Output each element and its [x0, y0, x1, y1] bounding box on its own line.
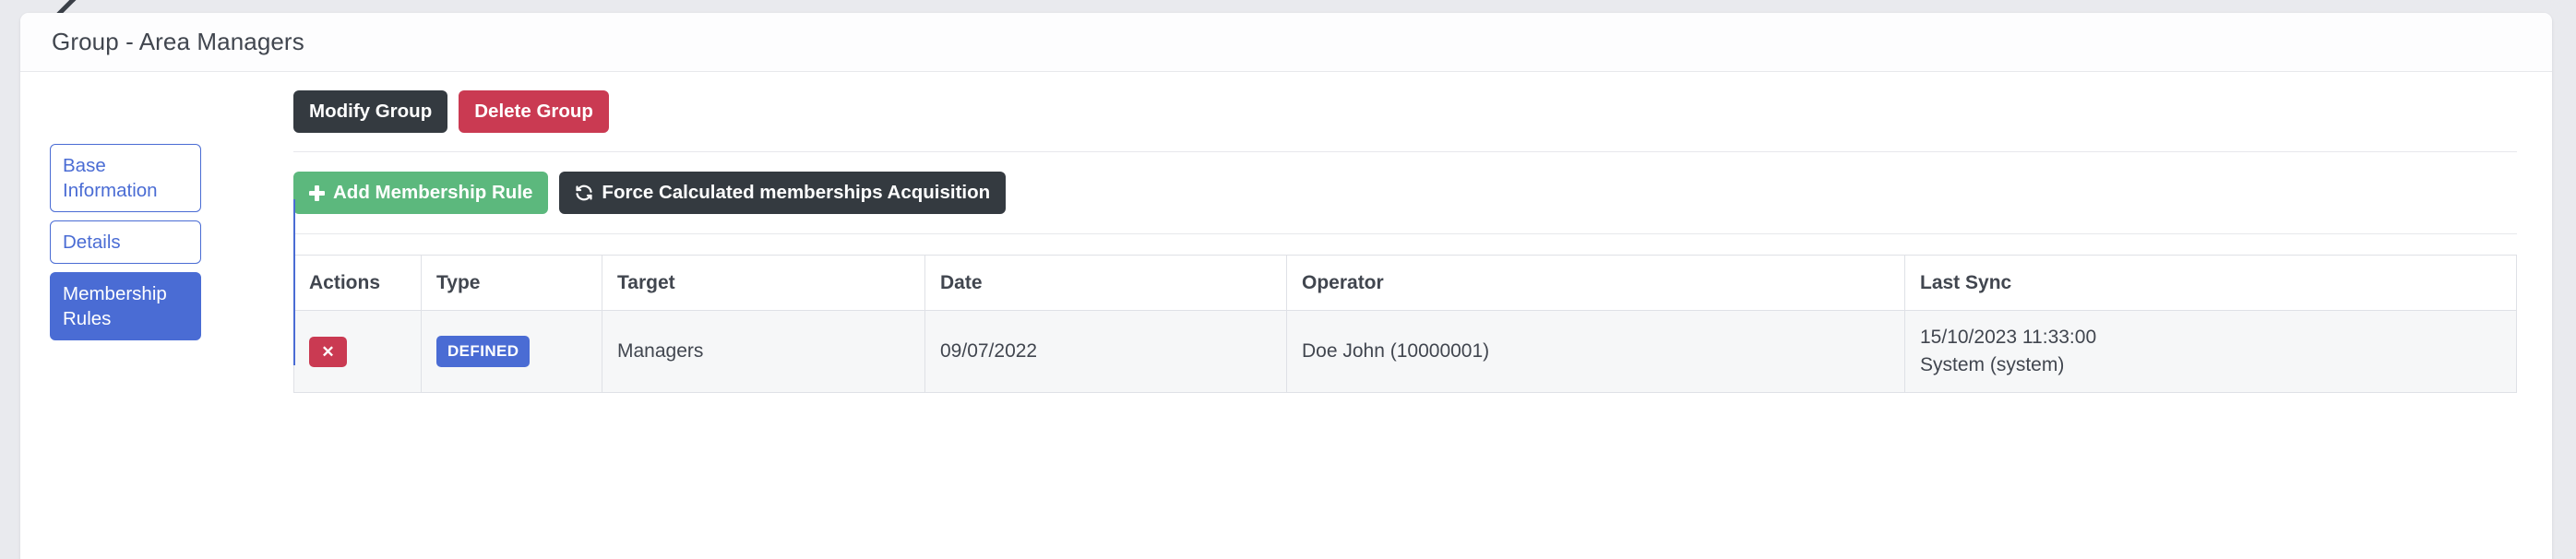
page-title: Group - Area Managers — [52, 28, 304, 55]
membership-rules-table: Actions Type Target Date Operator Last S… — [293, 255, 2517, 393]
sidebar-item-base-information[interactable]: Base Information — [50, 144, 201, 212]
column-header-target: Target — [602, 255, 925, 311]
cell-actions: ✕ — [293, 310, 422, 393]
membership-rules-table-wrapper: Actions Type Target Date Operator Last S… — [293, 255, 2517, 393]
cell-last-sync: 15/10/2023 11:33:00 System (system) — [1904, 310, 2517, 393]
group-detail-card: Group - Area Managers Base Information D… — [20, 13, 2552, 559]
column-header-last-sync: Last Sync — [1904, 255, 2517, 311]
add-membership-rule-label: Add Membership Rule — [333, 182, 533, 203]
sidebar-item-details[interactable]: Details — [50, 220, 201, 264]
force-acquisition-label: Force Calculated memberships Acquisition — [602, 182, 991, 203]
table-header: Actions Type Target Date Operator Last S… — [293, 255, 2517, 311]
app-root: Group - Area Managers Base Information D… — [0, 0, 2576, 559]
sidebar-nav: Base Information Details Membership Rule… — [50, 144, 201, 340]
card-body: Base Information Details Membership Rule… — [20, 72, 2552, 393]
sidebar-item-label: Details — [63, 232, 121, 253]
column-header-actions: Actions — [293, 255, 422, 311]
column-header-operator: Operator — [1286, 255, 1905, 311]
table-row: ✕ DEFINED Managers 09/07/2022 Doe John (… — [293, 310, 2517, 393]
sidebar-divider — [293, 199, 295, 365]
table-header-row: Actions Type Target Date Operator Last S… — [293, 255, 2517, 311]
last-sync-actor: System (system) — [1920, 354, 2065, 375]
sidebar-item-membership-rules[interactable]: Membership Rules — [50, 272, 201, 340]
sidebar: Base Information Details Membership Rule… — [20, 72, 295, 393]
force-acquisition-button[interactable]: Force Calculated memberships Acquisition — [559, 172, 1007, 214]
sync-icon — [575, 184, 593, 202]
toolbar-divider-1 — [293, 151, 2517, 152]
status-badge: DEFINED — [436, 336, 531, 367]
sidebar-item-label: Base Information — [63, 155, 158, 201]
toolbar-divider-2 — [293, 233, 2517, 234]
main-content: Modify Group Delete Group Add Membership… — [293, 72, 2552, 393]
card-header: Group - Area Managers — [20, 13, 2552, 72]
rules-actions-toolbar: Add Membership Rule Force Calculated mem… — [293, 172, 2517, 214]
last-sync-datetime: 15/10/2023 11:33:00 — [1920, 327, 2097, 348]
group-actions-toolbar: Modify Group Delete Group — [293, 90, 2517, 133]
delete-group-button[interactable]: Delete Group — [459, 90, 609, 133]
table-body: ✕ DEFINED Managers 09/07/2022 Doe John (… — [293, 310, 2517, 393]
cell-operator: Doe John (10000001) — [1286, 310, 1905, 393]
column-header-type: Type — [421, 255, 602, 311]
plus-icon — [309, 184, 325, 201]
delete-rule-button[interactable]: ✕ — [309, 336, 347, 367]
column-header-date: Date — [924, 255, 1287, 311]
cell-target: Managers — [602, 310, 925, 393]
modify-group-button[interactable]: Modify Group — [293, 90, 448, 133]
cell-type: DEFINED — [421, 310, 602, 393]
cell-date: 09/07/2022 — [924, 310, 1287, 393]
sidebar-item-label: Membership Rules — [63, 283, 167, 329]
add-membership-rule-button[interactable]: Add Membership Rule — [293, 172, 549, 214]
